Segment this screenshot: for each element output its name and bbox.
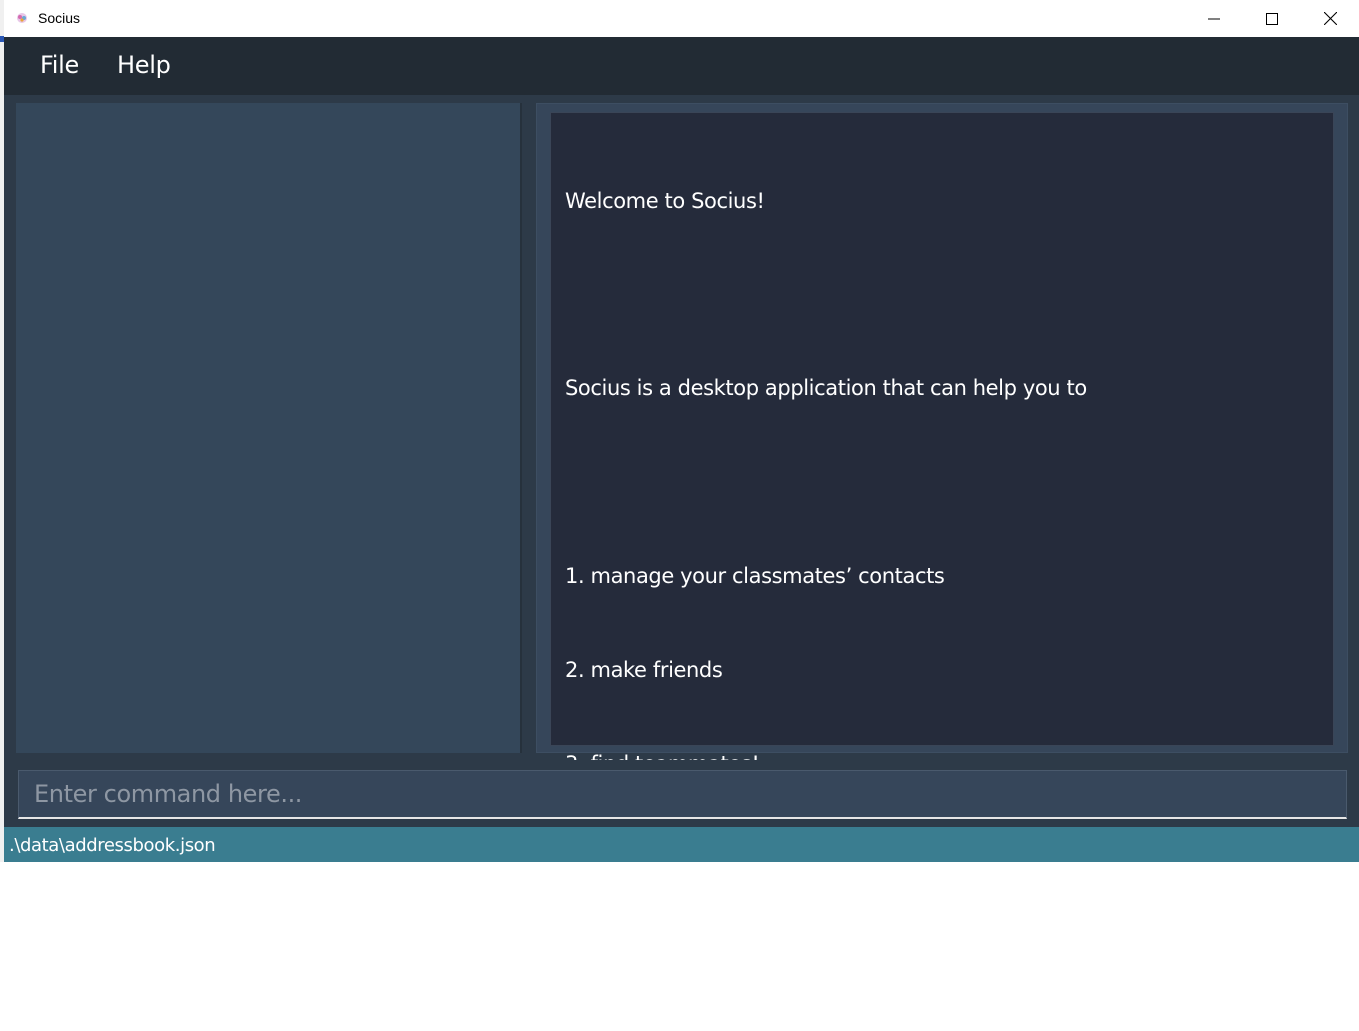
close-icon xyxy=(1323,12,1337,25)
result-display-panel: Welcome to Socius! Socius is a desktop a… xyxy=(536,103,1348,964)
window-title: Socius xyxy=(38,10,81,26)
socius-app-icon xyxy=(17,13,27,23)
minimize-button[interactable] xyxy=(1185,0,1243,37)
command-area xyxy=(4,760,1359,827)
main-split-pane: Welcome to Socius! Socius is a desktop a… xyxy=(4,95,1359,964)
menu-help[interactable]: Help xyxy=(117,51,171,79)
result-line: Socius is a desktop application that can… xyxy=(565,376,1087,401)
minimize-icon xyxy=(1208,18,1220,19)
result-line: 2. make friends xyxy=(565,658,723,683)
result-line: 1. manage your classmates’ contacts xyxy=(565,564,945,589)
result-display[interactable]: Welcome to Socius! Socius is a desktop a… xyxy=(550,112,1334,964)
result-line: Welcome to Socius! xyxy=(565,188,765,213)
result-line xyxy=(565,467,1319,498)
title-bar[interactable]: Socius xyxy=(4,0,1359,37)
command-input[interactable] xyxy=(19,771,1346,817)
split-divider[interactable] xyxy=(520,103,536,753)
maximize-icon xyxy=(1266,12,1278,25)
maximize-button[interactable] xyxy=(1243,0,1301,37)
status-bar: .\data\addressbook.json xyxy=(4,827,1359,862)
person-list-panel[interactable] xyxy=(16,103,520,753)
command-box xyxy=(18,770,1347,819)
close-button[interactable] xyxy=(1301,0,1359,37)
menu-file[interactable]: File xyxy=(40,51,79,79)
result-line: Learn how to get started by entering 'he… xyxy=(565,939,1007,964)
status-file-path: .\data\addressbook.json xyxy=(9,835,216,856)
divider-line xyxy=(520,103,522,753)
app-window: Socius File Help Welcome to Socius! Soci… xyxy=(4,0,1359,964)
menu-bar: File Help xyxy=(4,37,1359,95)
result-line xyxy=(565,279,1319,310)
